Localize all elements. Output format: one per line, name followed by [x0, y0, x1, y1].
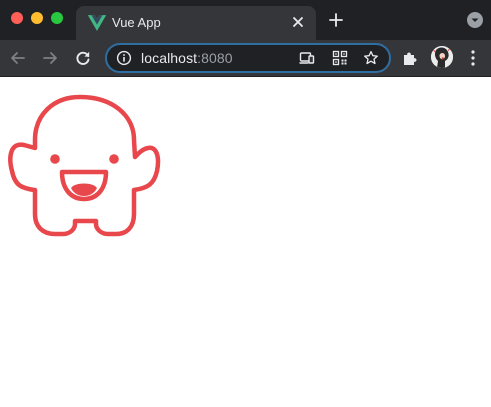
page-content [0, 77, 491, 407]
reload-icon[interactable] [74, 49, 92, 67]
vue-logo-icon [88, 15, 106, 31]
tab-strip: Vue App [0, 0, 491, 40]
url-host: localhost [141, 50, 198, 66]
window-minimize-button[interactable] [31, 12, 43, 24]
back-arrow-icon[interactable] [9, 49, 27, 67]
profile-avatar[interactable] [431, 46, 453, 68]
address-bar[interactable]: localhost:8080 [105, 43, 391, 73]
bookmark-star-icon[interactable] [363, 50, 379, 66]
more-vertical-icon[interactable] [470, 49, 476, 67]
window-close-button[interactable] [11, 12, 23, 24]
browser-window: Vue App localhost:8080 [0, 0, 491, 407]
new-tab-plus-icon[interactable] [328, 12, 344, 28]
url-port: :8080 [197, 50, 233, 66]
open-in-device-icon[interactable] [299, 50, 315, 66]
close-icon[interactable] [290, 14, 306, 30]
qr-code-icon[interactable] [332, 50, 348, 66]
tab-title: Vue App [112, 15, 161, 30]
avatar-image [431, 46, 453, 68]
info-icon[interactable] [116, 50, 132, 66]
window-maximize-button[interactable] [51, 12, 63, 24]
tab-vue-app[interactable]: Vue App [76, 6, 316, 40]
browser-toolbar: localhost:8080 [0, 40, 491, 77]
chevron-down-icon [471, 18, 479, 22]
happy-monster-icon [8, 94, 161, 237]
url-text[interactable]: localhost:8080 [141, 50, 233, 66]
extensions-puzzle-icon[interactable] [401, 49, 419, 67]
tab-search-button[interactable] [467, 12, 483, 28]
forward-arrow-icon[interactable] [41, 49, 59, 67]
